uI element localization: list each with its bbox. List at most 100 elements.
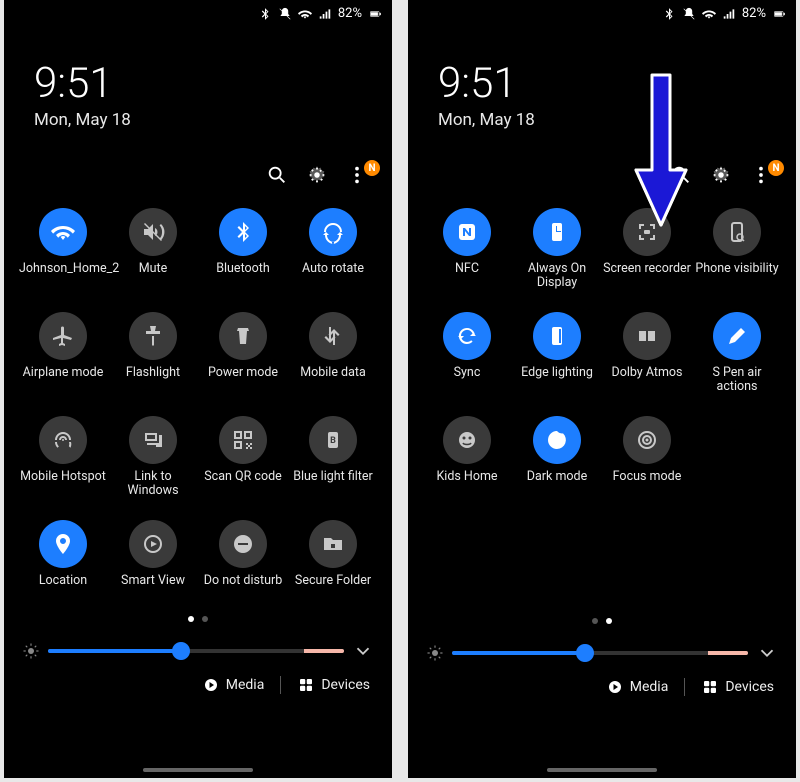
powermode-icon [231,324,255,348]
wifi-icon [702,7,716,21]
wifi-toggle[interactable] [39,208,87,256]
hotspot-icon [51,428,75,452]
bluetooth-toggle[interactable] [219,208,267,256]
qs-tile-kidshome[interactable]: Kids Home [422,416,512,500]
qs-tile-label: Auto rotate [302,262,364,292]
sync-icon [455,324,479,348]
page-dot [592,618,598,624]
qs-tile-phonevis[interactable]: Phone visibility [692,208,782,292]
kidshome-toggle[interactable] [443,416,491,464]
autorotate-icon [321,220,345,244]
linkwin-icon [141,428,165,452]
qs-tile-label: Screen recorder [603,262,691,292]
media-button[interactable]: Media [202,676,265,694]
bluelight-toggle[interactable] [309,416,357,464]
spen-toggle[interactable] [713,312,761,360]
qs-tile-location[interactable]: Location [18,520,108,604]
qs-tile-label: Dolby Atmos [611,366,682,396]
qs-tile-label: Secure Folder [295,574,371,604]
screenrec-toggle[interactable] [623,208,671,256]
qs-tile-bluetooth[interactable]: Bluetooth [198,208,288,292]
qs-tile-dnd[interactable]: Do not disturb [198,520,288,604]
autorotate-toggle[interactable] [309,208,357,256]
search-button[interactable] [266,164,288,186]
securefolder-toggle[interactable] [309,520,357,568]
hotspot-toggle[interactable] [39,416,87,464]
edgelight-icon [545,324,569,348]
qs-tile-aod[interactable]: Always On Display [512,208,602,292]
devices-button[interactable]: Devices [297,676,370,694]
focusmode-icon [635,428,659,452]
powermode-toggle[interactable] [219,312,267,360]
qs-tile-qrcode[interactable]: Scan QR code [198,416,288,500]
bluetooth-icon [662,7,676,21]
qs-tile-linkwin[interactable]: Link to Windows [108,416,198,500]
notification-badge: N [364,160,380,176]
dolby-toggle[interactable] [623,312,671,360]
qs-tile-autorotate[interactable]: Auto rotate [288,208,378,292]
linkwin-toggle[interactable] [129,416,177,464]
airplane-toggle[interactable] [39,312,87,360]
qs-tile-airplane[interactable]: Airplane mode [18,312,108,396]
mute-toggle[interactable] [129,208,177,256]
qs-tile-label: Mobile Hotspot [20,470,106,500]
qs-tile-dolby[interactable]: Dolby Atmos [602,312,692,396]
page-dot [188,616,194,622]
devices-button[interactable]: Devices [701,678,774,696]
nfc-toggle[interactable] [443,208,491,256]
phonevis-toggle[interactable] [713,208,761,256]
qs-tile-label: Johnson_Home_2 [19,262,107,292]
media-button[interactable]: Media [606,678,669,696]
securefolder-icon [321,532,345,556]
qs-tile-smartview[interactable]: Smart View [108,520,198,604]
qs-tile-mobiledata[interactable]: Mobile data [288,312,378,396]
location-toggle[interactable] [39,520,87,568]
darkmode-toggle[interactable] [533,416,581,464]
phone-panel-2: 82% 9:51 Mon, May 18 N NFCAlways On Disp… [408,0,796,778]
nav-bar-pill[interactable] [547,768,657,772]
brightness-slider[interactable] [452,651,748,655]
brightness-slider[interactable] [48,649,344,653]
edgelight-toggle[interactable] [533,312,581,360]
brightness-icon [22,642,40,660]
battery-icon [368,7,382,21]
qs-tile-label: Focus mode [613,470,682,500]
qs-tile-hotspot[interactable]: Mobile Hotspot [18,416,108,500]
airplane-icon [51,324,75,348]
nav-bar-pill[interactable] [143,768,253,772]
flashlight-toggle[interactable] [129,312,177,360]
qs-tile-nfc[interactable]: NFC [422,208,512,292]
qs-tile-securefolder[interactable]: Secure Folder [288,520,378,604]
bluetooth-icon [231,220,255,244]
settings-button[interactable] [306,164,328,186]
dolby-icon [635,324,659,348]
battery-percent: 82% [338,6,362,21]
aod-toggle[interactable] [533,208,581,256]
qs-tile-bluelight[interactable]: Blue light filter [288,416,378,500]
smartview-icon [141,532,165,556]
qs-tile-mute[interactable]: Mute [108,208,198,292]
qs-tile-sync[interactable]: Sync [422,312,512,396]
qs-tile-flashlight[interactable]: Flashlight [108,312,198,396]
expand-button[interactable] [756,642,778,664]
qs-tile-edgelight[interactable]: Edge lighting [512,312,602,396]
mute-icon [278,7,292,21]
qs-tile-powermode[interactable]: Power mode [198,312,288,396]
dnd-toggle[interactable] [219,520,267,568]
nfc-icon [455,220,479,244]
qrcode-toggle[interactable] [219,416,267,464]
qs-tile-focusmode[interactable]: Focus mode [602,416,692,500]
mobiledata-toggle[interactable] [309,312,357,360]
qs-tile-screenrec[interactable]: Screen recorder [602,208,692,292]
settings-button[interactable] [710,164,732,186]
focusmode-toggle[interactable] [623,416,671,464]
search-button[interactable] [670,164,692,186]
play-icon [202,676,220,694]
qs-tile-wifi[interactable]: Johnson_Home_2 [18,208,108,292]
qs-tile-darkmode[interactable]: Dark mode [512,416,602,500]
sync-toggle[interactable] [443,312,491,360]
mute-icon [682,7,696,21]
expand-button[interactable] [352,640,374,662]
smartview-toggle[interactable] [129,520,177,568]
qs-tile-spen[interactable]: S Pen air actions [692,312,782,396]
